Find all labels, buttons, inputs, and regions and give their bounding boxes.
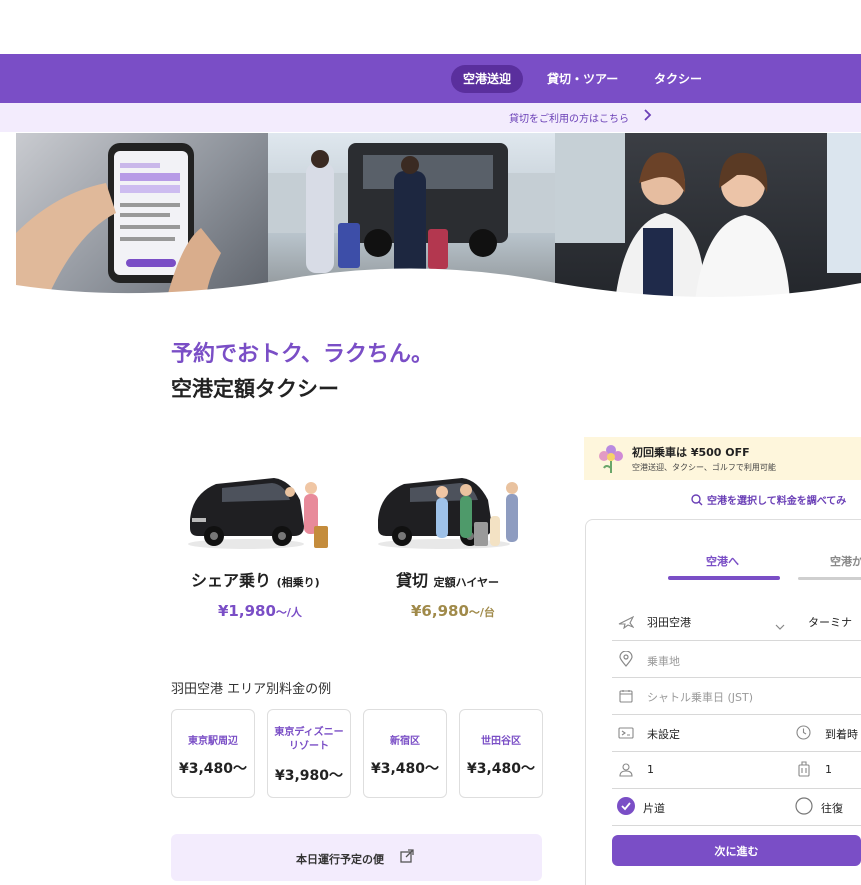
divider [612, 714, 861, 715]
promo-subtitle: 空港送迎、タクシー、ゴルフで利用可能 [632, 463, 776, 472]
area-card-shinjuku[interactable]: 新宿区 ¥3,480〜 [363, 709, 447, 798]
search-icon [691, 494, 703, 509]
hero-banner [16, 133, 861, 301]
divider [612, 751, 861, 752]
area-price: ¥3,480〜 [370, 761, 440, 777]
today-schedule-label: 本日運行予定の便 [296, 853, 384, 866]
divider [612, 788, 861, 789]
divider [612, 677, 861, 678]
ticket-icon [618, 725, 634, 744]
top-header [0, 0, 861, 54]
share-van-illustration [186, 470, 336, 556]
airport-select[interactable]: 羽田空港 [647, 614, 691, 630]
one-way-radio[interactable] [617, 797, 635, 819]
shuttle-date-input[interactable]: シャトル乗車日 (JST) [647, 689, 753, 705]
tab-to-airport[interactable]: 空港へ [706, 553, 739, 569]
charter-link[interactable]: 貸切をご利用の方はこちら [509, 110, 629, 125]
tab-from-airport[interactable]: 空港か [830, 553, 861, 569]
divider [612, 640, 861, 641]
area-card-setagaya[interactable]: 世田谷区 ¥3,480〜 [459, 709, 543, 798]
next-step-button[interactable]: 次に進む [612, 835, 861, 866]
share-ride-name: シェア乗り (相乗り) [191, 571, 320, 590]
check-fare-link[interactable]: 空港を選択して料金を調べてみ [691, 492, 846, 509]
area-price: ¥3,980〜 [274, 768, 344, 784]
arrival-time-input[interactable]: 到着時 [825, 726, 858, 742]
round-trip-label: 往復 [821, 802, 843, 815]
area-name: 東京ディズニーリゾート [274, 727, 344, 752]
area-price-title: 羽田空港 エリア別料金の例 [171, 682, 332, 697]
first-ride-promo[interactable]: 初回乗車は ¥500 OFF 空港送迎、タクシー、ゴルフで利用可能 [584, 437, 861, 480]
tab-airport-transfer[interactable]: 空港送迎 [451, 65, 524, 93]
chevron-down-icon[interactable] [775, 616, 785, 635]
headline-primary: 予約でおトク、ラクちん。 [171, 342, 434, 367]
charter-name: 貸切 定額ハイヤー [396, 571, 500, 590]
tab-taxi[interactable]: タクシー [642, 65, 714, 93]
calendar-icon [619, 688, 633, 707]
area-card-disney-resort[interactable]: 東京ディズニーリゾート ¥3,980〜 [267, 709, 351, 798]
plane-icon [618, 614, 635, 633]
tab-to-airport-indicator [668, 576, 780, 580]
main-nav: 空港送迎 貸切・ツアー タクシー [0, 54, 861, 103]
passenger-count[interactable]: 1 [647, 763, 654, 776]
luggage-count[interactable]: 1 [825, 763, 832, 776]
flight-input[interactable]: 未設定 [647, 726, 680, 742]
area-price: ¥3,480〜 [178, 761, 248, 777]
area-card-tokyo-station[interactable]: 東京駅周辺 ¥3,480〜 [171, 709, 255, 798]
check-fare-label: 空港を選択して料金を調べてみ [707, 496, 847, 507]
next-step-label: 次に進む [714, 845, 759, 858]
share-ride-price: ¥1,980〜/人 [218, 602, 302, 620]
area-name: 新宿区 [390, 736, 420, 747]
charter-subbar: 貸切をご利用の方はこちら [0, 103, 861, 132]
location-pin-icon [619, 650, 633, 671]
divider [612, 825, 861, 826]
today-schedule-button[interactable]: 本日運行予定の便 [171, 834, 542, 881]
external-link-icon [400, 848, 414, 867]
area-name: 東京駅周辺 [188, 736, 238, 747]
terminal-select[interactable]: ターミナ [808, 614, 852, 630]
one-way-label: 片道 [643, 802, 665, 815]
clock-icon [796, 725, 811, 744]
tab-charter-tour[interactable]: 貸切・ツアー [535, 65, 630, 93]
pickup-location-input[interactable]: 乗車地 [647, 653, 680, 669]
tab-from-airport-indicator [798, 577, 861, 580]
charter-price: ¥6,980〜/台 [411, 602, 495, 620]
promo-title: 初回乗車は ¥500 OFF [632, 446, 750, 459]
person-icon [619, 762, 633, 781]
round-trip-radio[interactable] [795, 797, 813, 819]
charter-van-illustration [374, 470, 534, 556]
hero-wave [16, 268, 861, 301]
area-price: ¥3,480〜 [466, 761, 536, 777]
chevron-right-icon[interactable] [643, 108, 653, 126]
headline-secondary: 空港定額タクシー [171, 377, 339, 401]
area-name: 世田谷区 [481, 736, 521, 747]
flower-icon [598, 444, 624, 478]
luggage-icon [798, 761, 810, 781]
